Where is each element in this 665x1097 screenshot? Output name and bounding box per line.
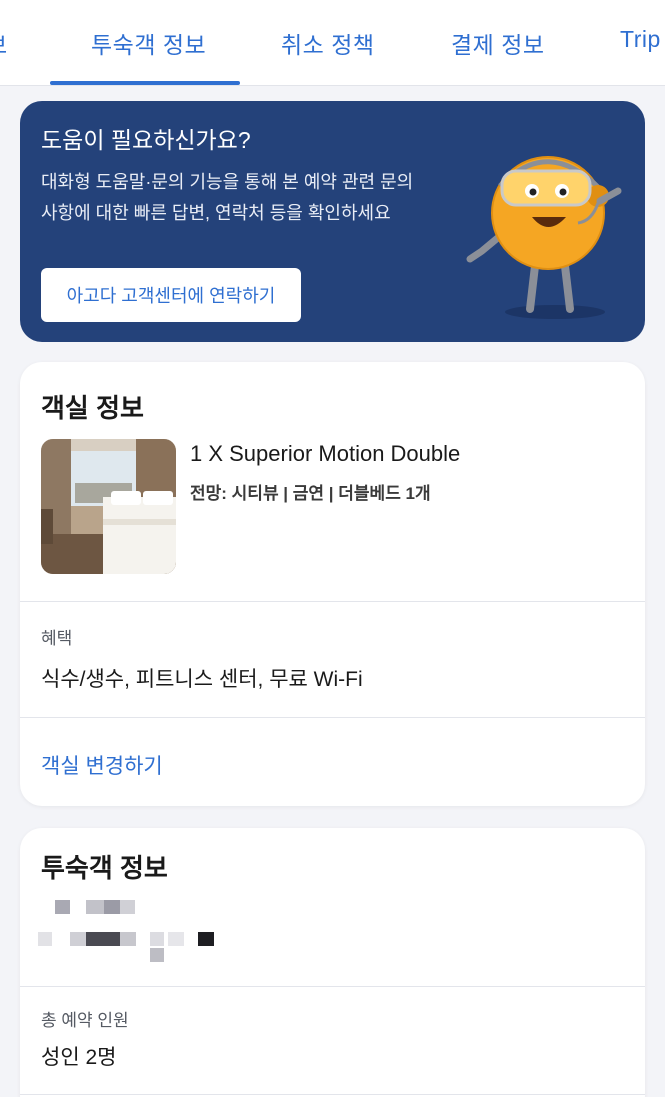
redacted-text (86, 900, 104, 914)
room-detail: 전망: 시티뷰 | 금연 | 더블베드 1개 (190, 484, 431, 503)
redacted-text (38, 932, 52, 946)
room-section-title: 객실 정보 (41, 393, 144, 423)
tab-payment-info[interactable]: 결제 정보 (451, 26, 545, 60)
help-description: 대화형 도움말·문의 기능을 통해 본 예약 관련 문의 사항에 대한 빠른 답… (41, 172, 414, 223)
guest-info-card: 투숙객 정보 총 예약 인원 성인 2명 (20, 828, 645, 1097)
guest-section-title: 투숙객 정보 (41, 853, 168, 883)
benefits-label: 혜택 (41, 629, 73, 648)
tab-cancellation-policy[interactable]: 취소 정책 (281, 26, 375, 60)
total-guests-value: 성인 2명 (41, 1046, 117, 1069)
redacted-text (120, 932, 136, 946)
room-info-card: 객실 정보 1 X Superior Motion Double 전망: 시티뷰… (20, 362, 645, 806)
divider (20, 601, 645, 602)
redacted-text (168, 932, 184, 946)
divider (20, 1094, 645, 1095)
benefits-value: 식수/생수, 피트니스 센터, 무료 Wi-Fi (41, 668, 363, 691)
help-banner: 도움이 필요하신가요? 대화형 도움말·문의 기능을 통해 본 예약 관련 문의… (20, 101, 645, 342)
mascot-illustration (466, 156, 622, 319)
tab-guest-info[interactable]: 투숙객 정보 (91, 26, 206, 60)
tab-booking[interactable]: 보 (0, 26, 8, 60)
room-photo (41, 439, 176, 574)
redacted-text (55, 900, 70, 914)
redacted-text (86, 932, 120, 946)
help-title: 도움이 필요하신가요? (41, 127, 251, 153)
contact-support-button[interactable]: 아고다 고객센터에 연락하기 (41, 268, 301, 322)
divider (20, 717, 645, 718)
tab-trip[interactable]: Trip (620, 26, 661, 53)
tab-bar: 보 투숙객 정보 취소 정책 결제 정보 Trip (0, 0, 665, 86)
redacted-text (70, 932, 86, 946)
change-room-link[interactable]: 객실 변경하기 (41, 750, 163, 780)
room-name: 1 X Superior Motion Double (190, 441, 461, 466)
redacted-text (150, 932, 164, 946)
divider (20, 986, 645, 987)
redacted-text (150, 948, 164, 962)
redacted-text (104, 900, 120, 914)
active-tab-indicator (50, 81, 240, 85)
total-guests-label: 총 예약 인원 (41, 1011, 129, 1030)
redacted-text (120, 900, 135, 914)
redacted-text (198, 932, 214, 946)
